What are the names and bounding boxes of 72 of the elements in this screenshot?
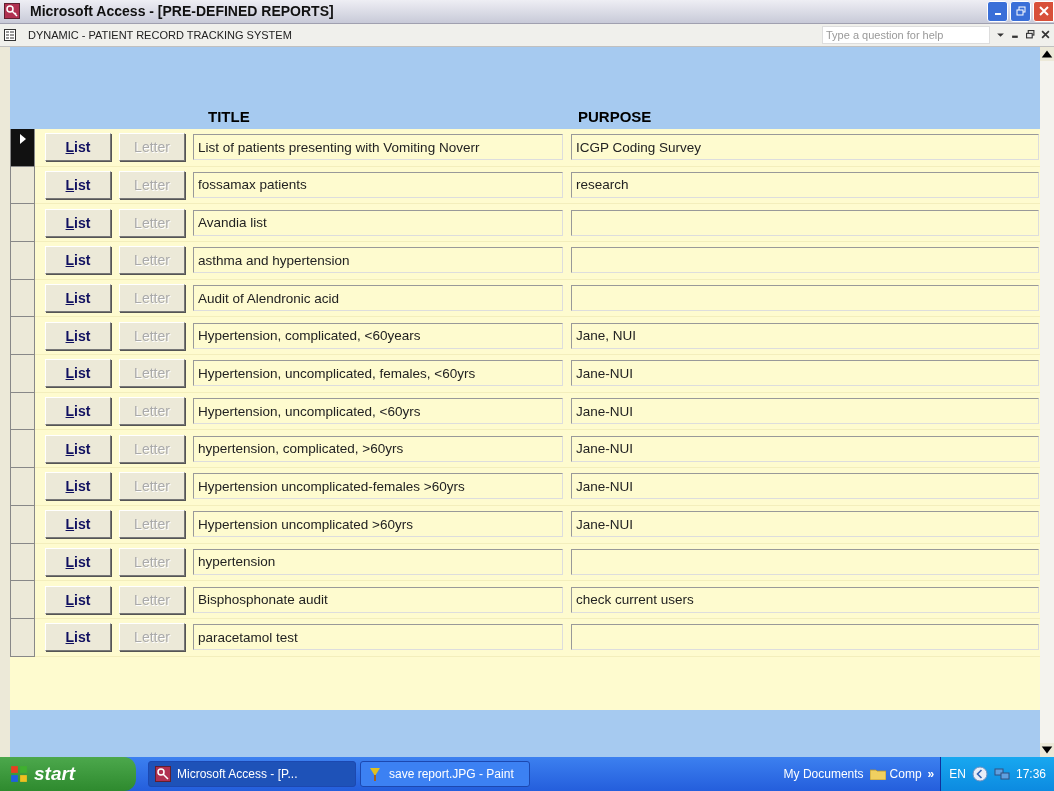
- title-field[interactable]: Hypertension, complicated, <60years: [193, 322, 563, 349]
- title-field[interactable]: Avandia list: [193, 209, 563, 236]
- windows-flag-icon: [10, 765, 28, 783]
- title-field[interactable]: Hypertension, uncomplicated, <60yrs: [193, 398, 563, 425]
- list-button[interactable]: List: [45, 246, 111, 275]
- title-field[interactable]: Hypertension uncomplicated-females >60yrs: [193, 473, 563, 500]
- restore-button[interactable]: [1010, 1, 1031, 22]
- more-button[interactable]: »: [927, 767, 935, 781]
- purpose-field[interactable]: [571, 285, 1039, 312]
- list-button[interactable]: List: [45, 585, 111, 614]
- purpose-field[interactable]: Jane-NUI: [571, 360, 1039, 387]
- close-button[interactable]: [1033, 1, 1054, 22]
- close-icon: [1038, 6, 1049, 17]
- quick-launch-link[interactable]: Comp: [889, 767, 922, 781]
- minimize-icon: [994, 13, 1001, 16]
- title-field[interactable]: hypertension, complicated, >60yrs: [193, 435, 563, 462]
- chevron-icon[interactable]: [971, 766, 988, 782]
- title-field[interactable]: asthma and hypertension: [193, 247, 563, 274]
- list-button[interactable]: List: [45, 472, 111, 501]
- list-button[interactable]: List: [45, 284, 111, 313]
- current-record-icon: [19, 132, 26, 145]
- minimize-button[interactable]: [987, 1, 1008, 22]
- list-button[interactable]: List: [45, 170, 111, 199]
- purpose-field[interactable]: Jane-NUI: [571, 435, 1039, 462]
- purpose-field[interactable]: ICGP Coding Survey: [571, 134, 1039, 161]
- list-button[interactable]: List: [45, 623, 111, 652]
- close-icon[interactable]: [1041, 30, 1050, 40]
- purpose-field[interactable]: Jane-NUI: [571, 398, 1039, 425]
- restore-icon[interactable]: [1026, 30, 1035, 40]
- document-title: DYNAMIC - PATIENT RECORD TRACKING SYSTEM: [28, 28, 293, 41]
- title-field[interactable]: fossamax patients: [193, 171, 563, 198]
- purpose-field[interactable]: Jane, NUI: [571, 322, 1039, 349]
- title-field[interactable]: Audit of Alendronic acid: [193, 285, 563, 312]
- title-field[interactable]: Hypertension, uncomplicated, females, <60yrs: [193, 360, 563, 387]
- list-button[interactable]: List: [45, 397, 111, 426]
- title-field[interactable]: List of patients presenting with Vomiting Noverr: [193, 134, 563, 161]
- title-field[interactable]: Bisphosphonate audit: [193, 586, 563, 613]
- title-field[interactable]: paracetamol test: [193, 624, 563, 651]
- title-field[interactable]: hypertension: [193, 548, 563, 575]
- restore-icon: [1015, 6, 1026, 17]
- scrollbar[interactable]: [1040, 46, 1054, 757]
- taskbar-button[interactable]: Microsoft Access - [P...: [148, 761, 356, 787]
- list-button[interactable]: List: [45, 321, 111, 350]
- list-button[interactable]: List: [45, 510, 111, 539]
- form-icon: [4, 28, 16, 41]
- purpose-field[interactable]: [571, 209, 1039, 236]
- dropdown-icon[interactable]: [996, 30, 1005, 40]
- list-button[interactable]: List: [45, 434, 111, 463]
- list-button[interactable]: List: [45, 133, 111, 162]
- clock: 17:36: [1015, 767, 1046, 781]
- column-header: PURPOSE: [578, 107, 652, 125]
- column-header: TITLE: [208, 107, 251, 125]
- title-field[interactable]: Hypertension uncomplicated >60yrs: [193, 511, 563, 538]
- list-button[interactable]: List: [45, 208, 111, 237]
- list-button[interactable]: List: [45, 359, 111, 388]
- record-selector[interactable]: [10, 128, 35, 167]
- folder-icon[interactable]: [869, 768, 886, 780]
- taskbar-button[interactable]: save report.JPG - Paint: [360, 761, 530, 787]
- start-button[interactable]: start: [0, 757, 136, 791]
- purpose-field[interactable]: Jane-NUI: [571, 511, 1039, 538]
- purpose-field[interactable]: check current users: [571, 586, 1039, 613]
- network-icon[interactable]: [993, 766, 1010, 782]
- quick-launch-link[interactable]: My Documents: [783, 767, 864, 781]
- purpose-field[interactable]: [571, 247, 1039, 274]
- purpose-field[interactable]: [571, 624, 1039, 651]
- window-title: Microsoft Access - [PRE-DEFINED REPORTS]: [30, 3, 335, 20]
- help-search-field[interactable]: Type a question for help: [822, 25, 990, 44]
- list-button[interactable]: List: [45, 547, 111, 576]
- purpose-field[interactable]: Jane-NUI: [571, 473, 1039, 500]
- purpose-field[interactable]: research: [571, 171, 1039, 198]
- scroll-down-icon[interactable]: [1040, 743, 1054, 757]
- purpose-field[interactable]: [571, 548, 1039, 575]
